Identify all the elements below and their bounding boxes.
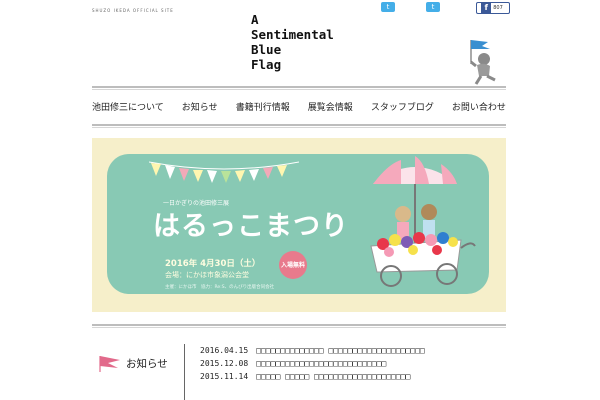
title-line: A [251,12,259,27]
nav-item-about[interactable]: 池田修三について [92,100,164,113]
news-item[interactable]: 2016.04.15 □□□□□□□□□□□□□□ □□□□□□□□□□□□□□□… [200,346,425,355]
nav-item-exhibitions[interactable]: 展覧会情報 [308,100,353,113]
news-date: 2015.12.08 [200,359,249,368]
banner-card: 一日かぎりの池田修三展 はるっこまつり 2016年 4月30日（土） 会場：にか… [107,154,489,294]
news-heading[interactable]: お知らせ [96,354,168,372]
banner-title: はるっこまつり [153,211,349,242]
site-title[interactable]: A Sentimental Blue Flag [251,12,334,72]
banner-date: 2016年 4月30日（土） [165,259,261,269]
facebook-like-button[interactable]: f 807 [476,2,510,14]
banner-divider-thin [92,327,506,328]
bunting-icon [149,161,299,183]
pennant-flag-icon [99,356,120,372]
news-item[interactable]: 2015.12.08 □□□□□□□□□□□□□□□□□□□□□□□□□□□ [200,359,386,368]
nav-item-contact[interactable]: お問い合わせ [452,100,506,113]
news-title: □□□□□ □□□□□ □□□□□□□□□□□□□□□□□□□□ [256,372,411,381]
twitter-share-button[interactable]: t [381,2,395,12]
news-heading-label: お知らせ [126,357,168,370]
news-date: 2015.11.14 [200,372,249,381]
news-divider [184,344,185,400]
news-title: □□□□□□□□□□□□□□□□□□□□□□□□□□□ [256,359,387,368]
banner-organizer: 主催：にかほ市 協力：Re:S、のんびり出版合同会社 [165,285,275,290]
nav-item-news[interactable]: お知らせ [182,100,218,113]
title-line: Blue [251,42,282,57]
nav-item-staff-blog[interactable]: スタッフブログ [371,100,434,113]
twitter-icon: t [386,3,390,11]
banner-venue: 会場：にかほ市象潟公会堂 [165,271,249,279]
title-line: Sentimental [251,27,334,42]
header-divider [92,86,506,88]
nav-item-books[interactable]: 書籍刊行情報 [236,100,290,113]
facebook-icon: f [481,3,492,13]
site-tagline: SHUZO IKEDA OFFICIAL SITE [92,8,174,13]
main-nav: 池田修三について お知らせ 書籍刊行情報 展覧会情報 スタッフブログ お問い合わ… [92,96,506,116]
news-date: 2016.04.15 [200,346,249,355]
facebook-like-count: 807 [493,5,503,11]
news-title: □□□□□□□□□□□□□□ □□□□□□□□□□□□□□□□□□□□ [256,346,425,355]
free-admission-badge: 入場無料 [279,251,307,279]
nav-divider [92,124,506,126]
event-banner[interactable]: 一日かぎりの池田修三展 はるっこまつり 2016年 4月30日（土） 会場：にか… [92,138,506,312]
nav-divider-thin [92,127,506,128]
header-divider-thin [92,89,506,90]
flag-child-mascot-icon [470,40,496,85]
twitter-follow-button[interactable]: t [426,2,440,12]
news-item[interactable]: 2015.11.14 □□□□□ □□□□□ □□□□□□□□□□□□□□□□□□… [200,372,410,381]
twitter-icon: t [431,3,435,11]
title-line: Flag [251,57,282,72]
news-section: お知らせ 2016.04.15 □□□□□□□□□□□□□□ □□□□□□□□□□… [92,340,506,400]
banner-divider [92,324,506,326]
flower-cart-illustration-icon [370,156,476,287]
